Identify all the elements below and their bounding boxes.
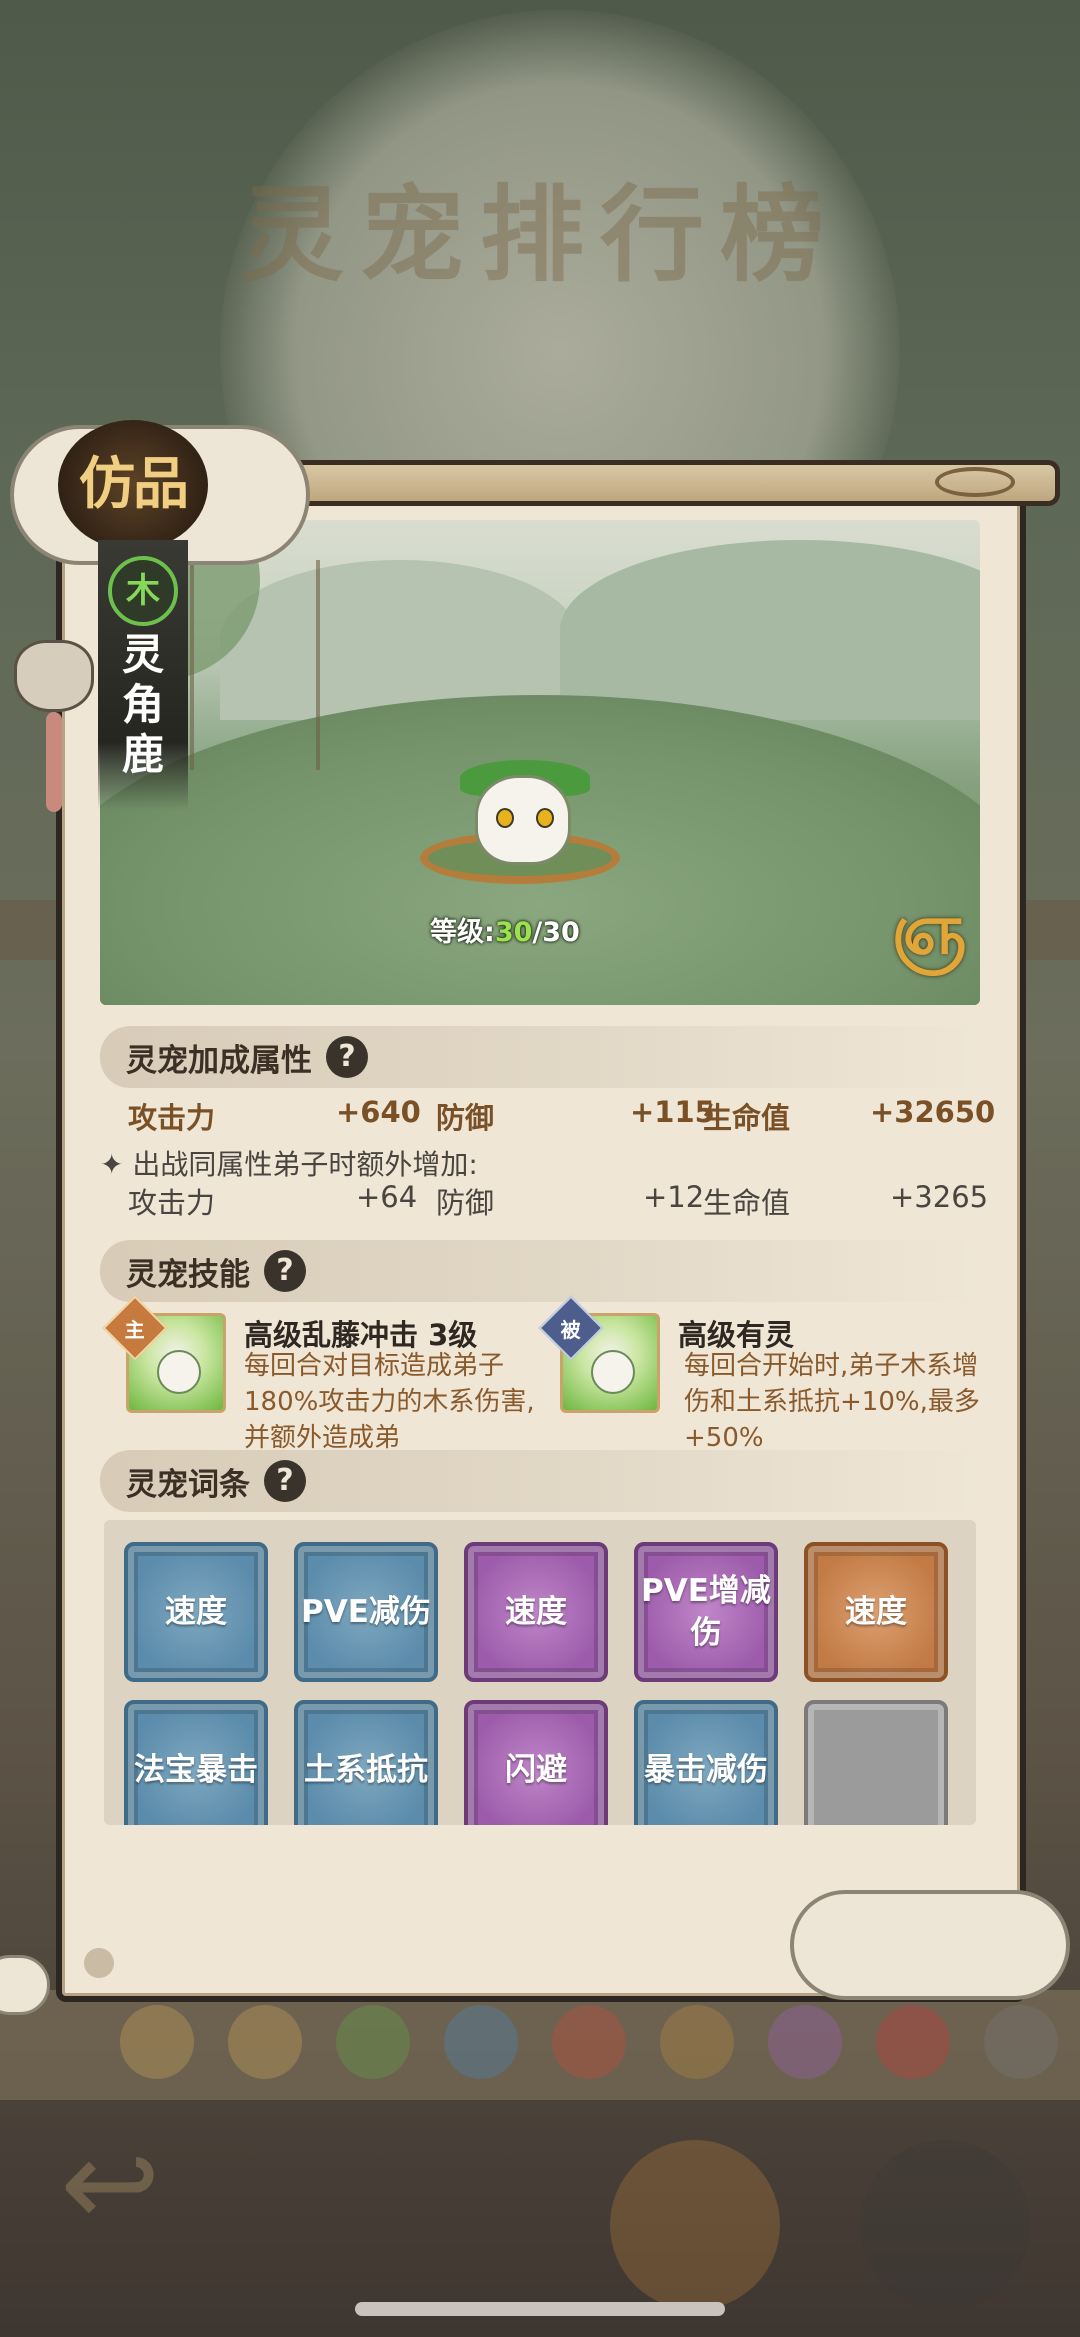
trait-label: 速度 (165, 1594, 227, 1630)
stat-label: 生命值 (703, 1101, 791, 1135)
skill-description: 每回合开始时,弟子木系增伤和土系抵抗+10%,最多+50% (684, 1351, 980, 1453)
traits-header: 灵宠词条 ? (100, 1450, 980, 1512)
element-badge: 木 (108, 556, 178, 626)
background-tabs (120, 2005, 1058, 2079)
stat-label: 生命值 (703, 1186, 791, 1220)
skills-header: 灵宠技能 ? (100, 1240, 980, 1302)
extra-attribute-row: 攻击力 +64 防御 +12 生命值 +3265 (128, 1180, 988, 1220)
background-title: 灵宠排行榜 (240, 174, 841, 296)
trait-label: PVE减伤 (301, 1594, 431, 1630)
stat-label: 攻击力 (128, 1186, 216, 1220)
trait-label: PVE增减伤 (641, 1573, 771, 1651)
trait-card[interactable]: PVE增减伤 (634, 1542, 778, 1682)
trait-label: 速度 (505, 1594, 567, 1630)
skill-tag-text: 被 (561, 1317, 581, 1342)
swing (190, 560, 320, 770)
mountain (560, 540, 980, 720)
skill-pet-face (157, 1350, 201, 1394)
background-tab-dot (876, 2005, 950, 2079)
pet-eye (496, 808, 514, 828)
background-tab-dot (444, 2005, 518, 2079)
stat-value: +12 (643, 1180, 705, 1214)
bottom-cloud (790, 1890, 1070, 2000)
stat-label: 攻击力 (128, 1101, 216, 1135)
trait-card[interactable]: PVE减伤 (294, 1542, 438, 1682)
stat-label: 防御 (436, 1101, 495, 1135)
stat-value: +640 (336, 1095, 421, 1129)
trait-card-empty (804, 1700, 948, 1825)
extra-bonus-note: ✦ 出战同属性弟子时额外增加: (100, 1148, 478, 1181)
pet-sprite[interactable] (475, 775, 571, 865)
background-tab-dot (768, 2005, 842, 2079)
skill-pet-face (591, 1350, 635, 1394)
pet-level: 等级:30/30 (430, 910, 580, 949)
trait-label: 暴击减伤 (644, 1752, 768, 1788)
grade-badge: 仿品 (58, 420, 208, 550)
trait-card[interactable]: 暴击减伤 (634, 1700, 778, 1825)
stat-value: +32650 (870, 1095, 996, 1129)
background-tab-dot (984, 2005, 1058, 2079)
traits-scroll-area[interactable]: 速度 PVE减伤 速度 PVE增减伤 速度 法宝暴击 土系抵抗 闪避 暴击减伤 (104, 1520, 976, 1825)
question-mark-icon[interactable]: ? (264, 1460, 306, 1502)
paw-print-icon (84, 1948, 114, 1978)
fox-charm-icon (14, 640, 94, 712)
background-tab-dot (660, 2005, 734, 2079)
traits-grid: 速度 PVE减伤 速度 PVE增减伤 速度 法宝暴击 土系抵抗 闪避 暴击减伤 (124, 1542, 964, 1825)
background-tab-dot (120, 2005, 194, 2079)
background-character (860, 2140, 1030, 2310)
trait-label: 速度 (845, 1594, 907, 1630)
pet-scene: 等级:30/30 ஞ (100, 520, 980, 1005)
pet-name: 灵角鹿 (121, 630, 164, 779)
trait-card[interactable]: 速度 (804, 1542, 948, 1682)
stat-value: +64 (356, 1180, 418, 1214)
background-tab-dot (552, 2005, 626, 2079)
pet-eye (536, 808, 554, 828)
background-tab-dot (228, 2005, 302, 2079)
extra-bonus-text: 出战同属性弟子时额外增加: (132, 1148, 478, 1181)
trait-card[interactable]: 土系抵抗 (294, 1700, 438, 1825)
trait-card[interactable]: 法宝暴击 (124, 1700, 268, 1825)
skills-title: 灵宠技能 (126, 1256, 250, 1293)
roller-ornament (935, 467, 1015, 497)
stat-value: +3265 (890, 1180, 989, 1214)
trait-card[interactable]: 速度 (124, 1542, 268, 1682)
level-current: 30 (494, 917, 533, 948)
back-arrow-icon[interactable]: ↩ (60, 2120, 220, 2250)
charm-tassel (46, 712, 62, 812)
trait-label: 土系抵抗 (304, 1752, 428, 1788)
trait-card[interactable]: 闪避 (464, 1700, 608, 1825)
background-tab-dot (336, 2005, 410, 2079)
trait-label: 法宝暴击 (134, 1752, 258, 1788)
trait-card[interactable]: 速度 (464, 1542, 608, 1682)
stat-label: 防御 (436, 1186, 495, 1220)
question-mark-icon[interactable]: ? (264, 1250, 306, 1292)
traits-title: 灵宠词条 (126, 1466, 250, 1503)
question-mark-icon[interactable]: ? (326, 1036, 368, 1078)
home-indicator[interactable] (355, 2302, 725, 2316)
level-label: 等级: (430, 917, 495, 948)
level-max: /30 (532, 917, 580, 948)
trait-label: 闪避 (505, 1752, 567, 1788)
skill-description: 每回合对目标造成弟子180%攻击力的木系伤害,并额外造成弟 (244, 1351, 535, 1453)
attribute-row: 攻击力 +640 防御 +115 生命值 +32650 (128, 1095, 995, 1135)
cloud-swirl-icon[interactable]: ஞ (890, 890, 968, 968)
background-character (610, 2140, 780, 2310)
attributes-title: 灵宠加成属性 (126, 1042, 312, 1079)
skill-tag-text: 主 (125, 1317, 145, 1342)
attributes-header: 灵宠加成属性 ? (100, 1026, 980, 1088)
